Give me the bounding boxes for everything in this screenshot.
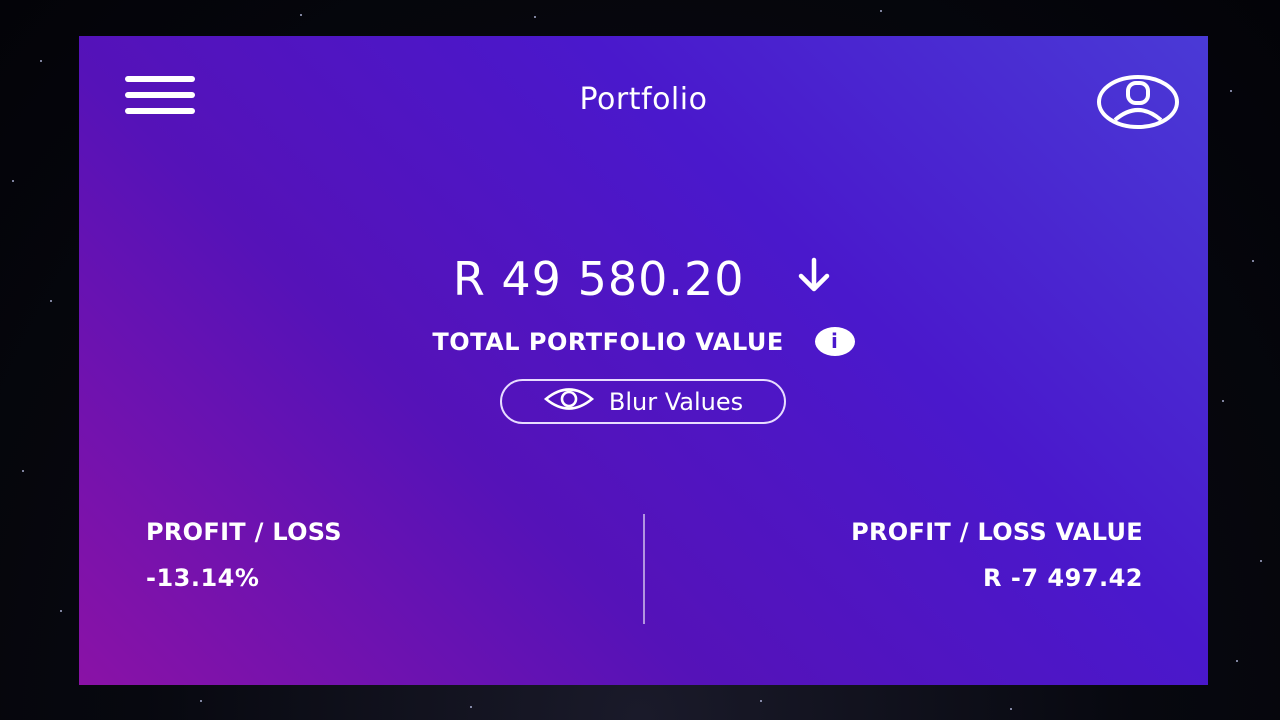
- blur-values-label: Blur Values: [608, 387, 744, 416]
- total-portfolio-value: R 49 580.20: [452, 252, 745, 306]
- profit-loss-percent: -13.14%: [146, 564, 260, 592]
- total-value-row: R 49 580.20: [79, 252, 1208, 310]
- profit-loss-label: PROFIT / LOSS: [146, 518, 342, 546]
- info-icon[interactable]: i: [814, 326, 855, 356]
- profit-loss-value: R -7 497.42: [983, 564, 1143, 592]
- total-portfolio-label: TOTAL PORTFOLIO VALUE: [432, 328, 784, 356]
- user-avatar-icon[interactable]: [1095, 74, 1181, 130]
- total-label-row: TOTAL PORTFOLIO VALUE i: [79, 326, 1208, 358]
- profit-loss-value-label: PROFIT / LOSS VALUE: [851, 518, 1143, 546]
- blur-values-button[interactable]: Blur Values: [500, 379, 786, 424]
- arrow-down-icon: [794, 252, 834, 306]
- eye-icon: [543, 386, 595, 418]
- stats-divider: [643, 514, 645, 624]
- page-title: Portfolio: [579, 82, 708, 117]
- portfolio-panel: Portfolio R 49 580.20 TOTAL PORTFOLIO VA…: [79, 36, 1208, 685]
